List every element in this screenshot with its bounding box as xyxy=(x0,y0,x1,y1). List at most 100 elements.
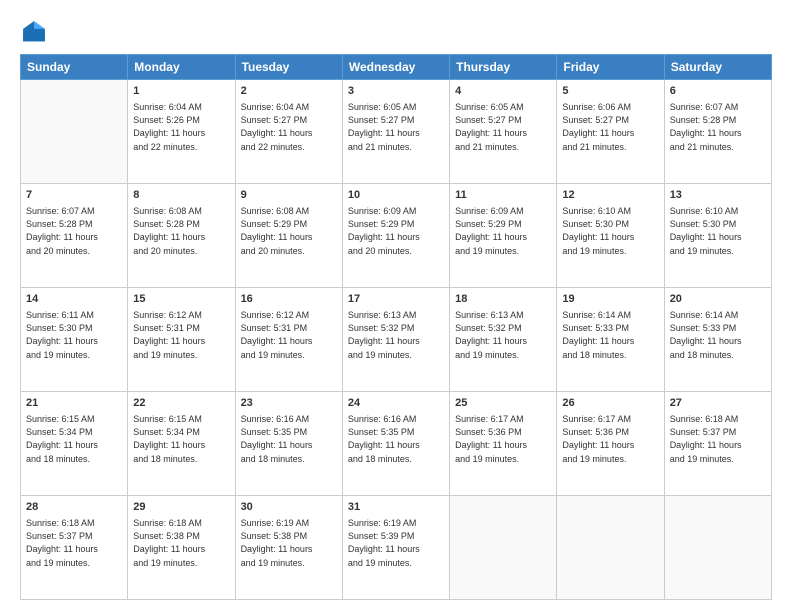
day-info: Sunrise: 6:09 AMSunset: 5:29 PMDaylight:… xyxy=(455,205,551,257)
day-cell xyxy=(557,496,664,600)
day-info: Sunrise: 6:17 AMSunset: 5:36 PMDaylight:… xyxy=(562,413,658,465)
day-number: 13 xyxy=(670,188,766,203)
day-cell: 7 Sunrise: 6:07 AMSunset: 5:28 PMDaylight… xyxy=(21,184,128,288)
day-number: 18 xyxy=(455,292,551,307)
day-info: Sunrise: 6:08 AMSunset: 5:29 PMDaylight:… xyxy=(241,205,337,257)
day-cell: 29 Sunrise: 6:18 AMSunset: 5:38 PMDayligh… xyxy=(128,496,235,600)
day-cell: 28 Sunrise: 6:18 AMSunset: 5:37 PMDayligh… xyxy=(21,496,128,600)
day-info: Sunrise: 6:19 AMSunset: 5:38 PMDaylight:… xyxy=(241,517,337,569)
day-info: Sunrise: 6:07 AMSunset: 5:28 PMDaylight:… xyxy=(26,205,122,257)
day-number: 3 xyxy=(348,84,444,99)
week-row-2: 7 Sunrise: 6:07 AMSunset: 5:28 PMDaylight… xyxy=(21,184,772,288)
day-number: 31 xyxy=(348,500,444,515)
day-cell: 9 Sunrise: 6:08 AMSunset: 5:29 PMDaylight… xyxy=(235,184,342,288)
day-number: 1 xyxy=(133,84,229,99)
day-info: Sunrise: 6:18 AMSunset: 5:37 PMDaylight:… xyxy=(670,413,766,465)
day-info: Sunrise: 6:16 AMSunset: 5:35 PMDaylight:… xyxy=(241,413,337,465)
day-cell xyxy=(450,496,557,600)
day-info: Sunrise: 6:13 AMSunset: 5:32 PMDaylight:… xyxy=(348,309,444,361)
day-info: Sunrise: 6:12 AMSunset: 5:31 PMDaylight:… xyxy=(241,309,337,361)
day-info: Sunrise: 6:05 AMSunset: 5:27 PMDaylight:… xyxy=(455,101,551,153)
logo-icon xyxy=(20,18,48,46)
day-info: Sunrise: 6:10 AMSunset: 5:30 PMDaylight:… xyxy=(670,205,766,257)
header xyxy=(20,18,772,46)
week-row-3: 14Sunrise: 6:11 AMSunset: 5:30 PMDayligh… xyxy=(21,288,772,392)
day-cell: 31 Sunrise: 6:19 AMSunset: 5:39 PMDayligh… xyxy=(342,496,449,600)
day-number: 11 xyxy=(455,188,551,203)
day-cell xyxy=(664,496,771,600)
day-cell: 24 Sunrise: 6:16 AMSunset: 5:35 PMDayligh… xyxy=(342,392,449,496)
day-cell: 13 Sunrise: 6:10 AMSunset: 5:30 PMDayligh… xyxy=(664,184,771,288)
day-info: Sunrise: 6:18 AMSunset: 5:38 PMDaylight:… xyxy=(133,517,229,569)
day-cell: 10Sunrise: 6:09 AMSunset: 5:29 PMDayligh… xyxy=(342,184,449,288)
day-info: Sunrise: 6:15 AMSunset: 5:34 PMDaylight:… xyxy=(26,413,122,465)
day-cell: 11 Sunrise: 6:09 AMSunset: 5:29 PMDayligh… xyxy=(450,184,557,288)
day-number: 30 xyxy=(241,500,337,515)
day-number: 25 xyxy=(455,396,551,411)
day-info: Sunrise: 6:13 AMSunset: 5:32 PMDaylight:… xyxy=(455,309,551,361)
day-cell: 25 Sunrise: 6:17 AMSunset: 5:36 PMDayligh… xyxy=(450,392,557,496)
day-number: 21 xyxy=(26,396,122,411)
day-number: 22 xyxy=(133,396,229,411)
day-info: Sunrise: 6:09 AMSunset: 5:29 PMDaylight:… xyxy=(348,205,444,257)
day-cell: 21 Sunrise: 6:15 AMSunset: 5:34 PMDayligh… xyxy=(21,392,128,496)
day-cell: 6 Sunrise: 6:07 AMSunset: 5:28 PMDaylight… xyxy=(664,80,771,184)
week-row-1: 1 Sunrise: 6:04 AMSunset: 5:26 PMDaylight… xyxy=(21,80,772,184)
day-info: Sunrise: 6:05 AMSunset: 5:27 PMDaylight:… xyxy=(348,101,444,153)
day-number: 4 xyxy=(455,84,551,99)
day-number: 9 xyxy=(241,188,337,203)
day-cell: 19 Sunrise: 6:14 AMSunset: 5:33 PMDayligh… xyxy=(557,288,664,392)
day-number: 16 xyxy=(241,292,337,307)
day-number: 23 xyxy=(241,396,337,411)
day-cell: 30 Sunrise: 6:19 AMSunset: 5:38 PMDayligh… xyxy=(235,496,342,600)
day-cell: 2 Sunrise: 6:04 AMSunset: 5:27 PMDaylight… xyxy=(235,80,342,184)
day-cell: 22Sunrise: 6:15 AMSunset: 5:34 PMDayligh… xyxy=(128,392,235,496)
day-number: 28 xyxy=(26,500,122,515)
week-row-4: 21 Sunrise: 6:15 AMSunset: 5:34 PMDayligh… xyxy=(21,392,772,496)
day-number: 6 xyxy=(670,84,766,99)
day-number: 19 xyxy=(562,292,658,307)
weekday-header-row: SundayMondayTuesdayWednesdayThursdayFrid… xyxy=(21,55,772,80)
day-cell: 16 Sunrise: 6:12 AMSunset: 5:31 PMDayligh… xyxy=(235,288,342,392)
day-info: Sunrise: 6:04 AMSunset: 5:26 PMDaylight:… xyxy=(133,101,229,153)
page: SundayMondayTuesdayWednesdayThursdayFrid… xyxy=(0,0,792,612)
day-info: Sunrise: 6:14 AMSunset: 5:33 PMDaylight:… xyxy=(562,309,658,361)
day-info: Sunrise: 6:17 AMSunset: 5:36 PMDaylight:… xyxy=(455,413,551,465)
day-cell: 20 Sunrise: 6:14 AMSunset: 5:33 PMDayligh… xyxy=(664,288,771,392)
day-number: 14 xyxy=(26,292,122,307)
weekday-header-friday: Friday xyxy=(557,55,664,80)
day-cell: 23 Sunrise: 6:16 AMSunset: 5:35 PMDayligh… xyxy=(235,392,342,496)
day-info: Sunrise: 6:04 AMSunset: 5:27 PMDaylight:… xyxy=(241,101,337,153)
day-number: 15 xyxy=(133,292,229,307)
day-cell: 17 Sunrise: 6:13 AMSunset: 5:32 PMDayligh… xyxy=(342,288,449,392)
week-row-5: 28 Sunrise: 6:18 AMSunset: 5:37 PMDayligh… xyxy=(21,496,772,600)
day-number: 5 xyxy=(562,84,658,99)
day-info: Sunrise: 6:14 AMSunset: 5:33 PMDaylight:… xyxy=(670,309,766,361)
day-cell: 18 Sunrise: 6:13 AMSunset: 5:32 PMDayligh… xyxy=(450,288,557,392)
day-number: 24 xyxy=(348,396,444,411)
weekday-header-monday: Monday xyxy=(128,55,235,80)
calendar: SundayMondayTuesdayWednesdayThursdayFrid… xyxy=(20,54,772,600)
day-number: 17 xyxy=(348,292,444,307)
day-cell: 27Sunrise: 6:18 AMSunset: 5:37 PMDayligh… xyxy=(664,392,771,496)
weekday-header-thursday: Thursday xyxy=(450,55,557,80)
day-number: 29 xyxy=(133,500,229,515)
day-number: 20 xyxy=(670,292,766,307)
weekday-header-tuesday: Tuesday xyxy=(235,55,342,80)
day-cell: 15Sunrise: 6:12 AMSunset: 5:31 PMDayligh… xyxy=(128,288,235,392)
day-cell: 12Sunrise: 6:10 AMSunset: 5:30 PMDayligh… xyxy=(557,184,664,288)
weekday-header-saturday: Saturday xyxy=(664,55,771,80)
logo xyxy=(20,18,52,46)
day-cell: 14Sunrise: 6:11 AMSunset: 5:30 PMDayligh… xyxy=(21,288,128,392)
day-info: Sunrise: 6:10 AMSunset: 5:30 PMDaylight:… xyxy=(562,205,658,257)
day-number: 8 xyxy=(133,188,229,203)
day-info: Sunrise: 6:19 AMSunset: 5:39 PMDaylight:… xyxy=(348,517,444,569)
day-cell: 5Sunrise: 6:06 AMSunset: 5:27 PMDaylight… xyxy=(557,80,664,184)
day-info: Sunrise: 6:16 AMSunset: 5:35 PMDaylight:… xyxy=(348,413,444,465)
day-info: Sunrise: 6:18 AMSunset: 5:37 PMDaylight:… xyxy=(26,517,122,569)
day-number: 7 xyxy=(26,188,122,203)
day-info: Sunrise: 6:07 AMSunset: 5:28 PMDaylight:… xyxy=(670,101,766,153)
day-info: Sunrise: 6:08 AMSunset: 5:28 PMDaylight:… xyxy=(133,205,229,257)
day-cell: 26Sunrise: 6:17 AMSunset: 5:36 PMDayligh… xyxy=(557,392,664,496)
day-number: 2 xyxy=(241,84,337,99)
